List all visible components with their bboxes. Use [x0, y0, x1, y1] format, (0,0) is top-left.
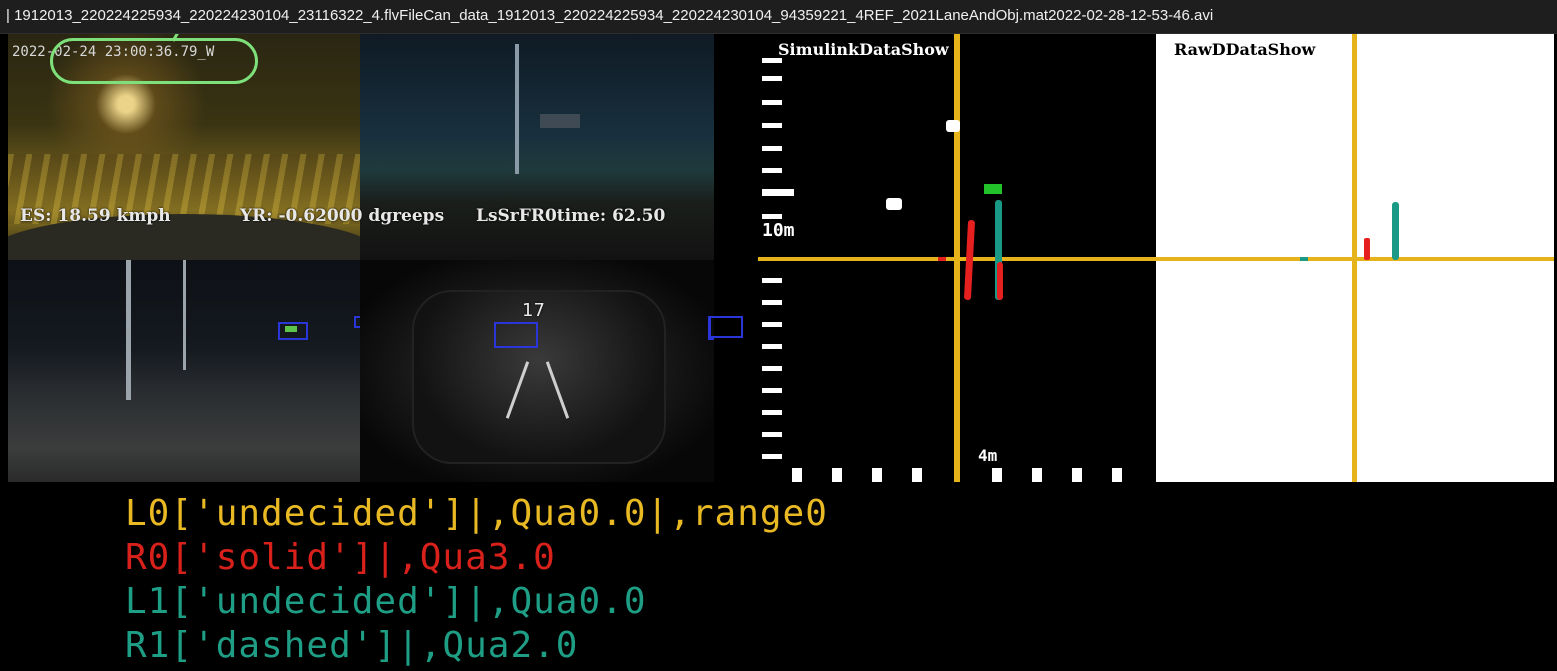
- axis-tick: [832, 468, 842, 482]
- axis-tick: [1072, 468, 1082, 482]
- axis-tick: [762, 189, 794, 196]
- cluster-speed: 17: [522, 300, 545, 321]
- axis-tick: [762, 344, 782, 349]
- detection-box: [494, 322, 538, 348]
- axis-tick: [762, 454, 782, 459]
- detection-box: [709, 316, 743, 338]
- axis-tick: [992, 468, 1002, 482]
- axis-tick: [872, 468, 882, 482]
- target-object-marker: [984, 184, 1002, 194]
- camera-left-view: [8, 260, 360, 482]
- camera-cockpit-view: 17: [360, 260, 714, 482]
- axis-tick: [762, 366, 782, 371]
- axis-tick: [762, 76, 782, 81]
- axis-tick: [762, 388, 782, 393]
- lane-info-panel: L0['undecided']|,Qua0.0|,range0 R0['soli…: [125, 492, 828, 668]
- street-pole: [515, 44, 519, 174]
- raw-plot-title: RawDDataShow: [1174, 40, 1316, 59]
- video-frame[interactable]: 17 2022-02-24 23:00:36.79_W ES: 18.59 km…: [0, 34, 1557, 482]
- yaw-rate-readout: YR: -0.62000 dgreeps: [240, 206, 445, 226]
- lane-info-l1: L1['undecided']|,Qua0.0: [125, 581, 647, 622]
- axis-tick: [1032, 468, 1042, 482]
- lane-info-r1: R1['dashed']|,Qua2.0: [125, 625, 579, 666]
- axis-tick: [762, 410, 782, 415]
- object-marker: [886, 198, 902, 210]
- axis-tick: [762, 58, 782, 63]
- axis-tick: [762, 214, 782, 219]
- axis-tick: [762, 322, 782, 327]
- axis-tick: [762, 100, 782, 105]
- window-titlebar: | 1912013_220224225934_220224230104_2311…: [0, 0, 1557, 34]
- axis-tick: [912, 468, 922, 482]
- speed-readout: ES: 18.59 kmph: [20, 206, 171, 226]
- raw-lane-r1: [1392, 202, 1399, 260]
- lane-info-r0: R0['solid']|,Qua3.0: [125, 537, 556, 578]
- street-sign: [540, 114, 580, 128]
- detection-label: [285, 326, 297, 332]
- axis-tick: [1112, 468, 1122, 482]
- street-pole: [183, 260, 186, 370]
- axis-tick: [762, 168, 782, 173]
- window-title: | 1912013_220224225934_220224230104_2311…: [6, 7, 1214, 24]
- lane-r0-segment: [997, 262, 1003, 300]
- simulink-plot-title: SimulinkDataShow: [778, 40, 949, 59]
- distance-label-4m: 4m: [978, 446, 998, 465]
- axis-tick: [762, 123, 782, 128]
- street-pole: [126, 260, 131, 400]
- lane-info-l0: L0['undecided']|,Qua0.0|,range0: [125, 493, 828, 534]
- horizontal-axis: [758, 257, 1554, 261]
- distance-label-10m: 10m: [762, 220, 795, 241]
- lane-marker-small: [938, 257, 946, 261]
- raw-lane-marker: [1300, 257, 1308, 261]
- camera-right-view: [360, 34, 714, 260]
- axis-tick: [762, 146, 782, 151]
- object-marker: [946, 120, 960, 132]
- raw-lane-r0: [1364, 238, 1370, 260]
- axis-tick: [792, 468, 802, 482]
- timestamp-annotation-circle: [50, 38, 258, 84]
- axis-tick: [762, 300, 782, 305]
- axis-tick: [762, 278, 782, 283]
- axis-tick: [762, 432, 782, 437]
- lane-time-readout: LsSrFR0time: 62.50: [476, 206, 666, 226]
